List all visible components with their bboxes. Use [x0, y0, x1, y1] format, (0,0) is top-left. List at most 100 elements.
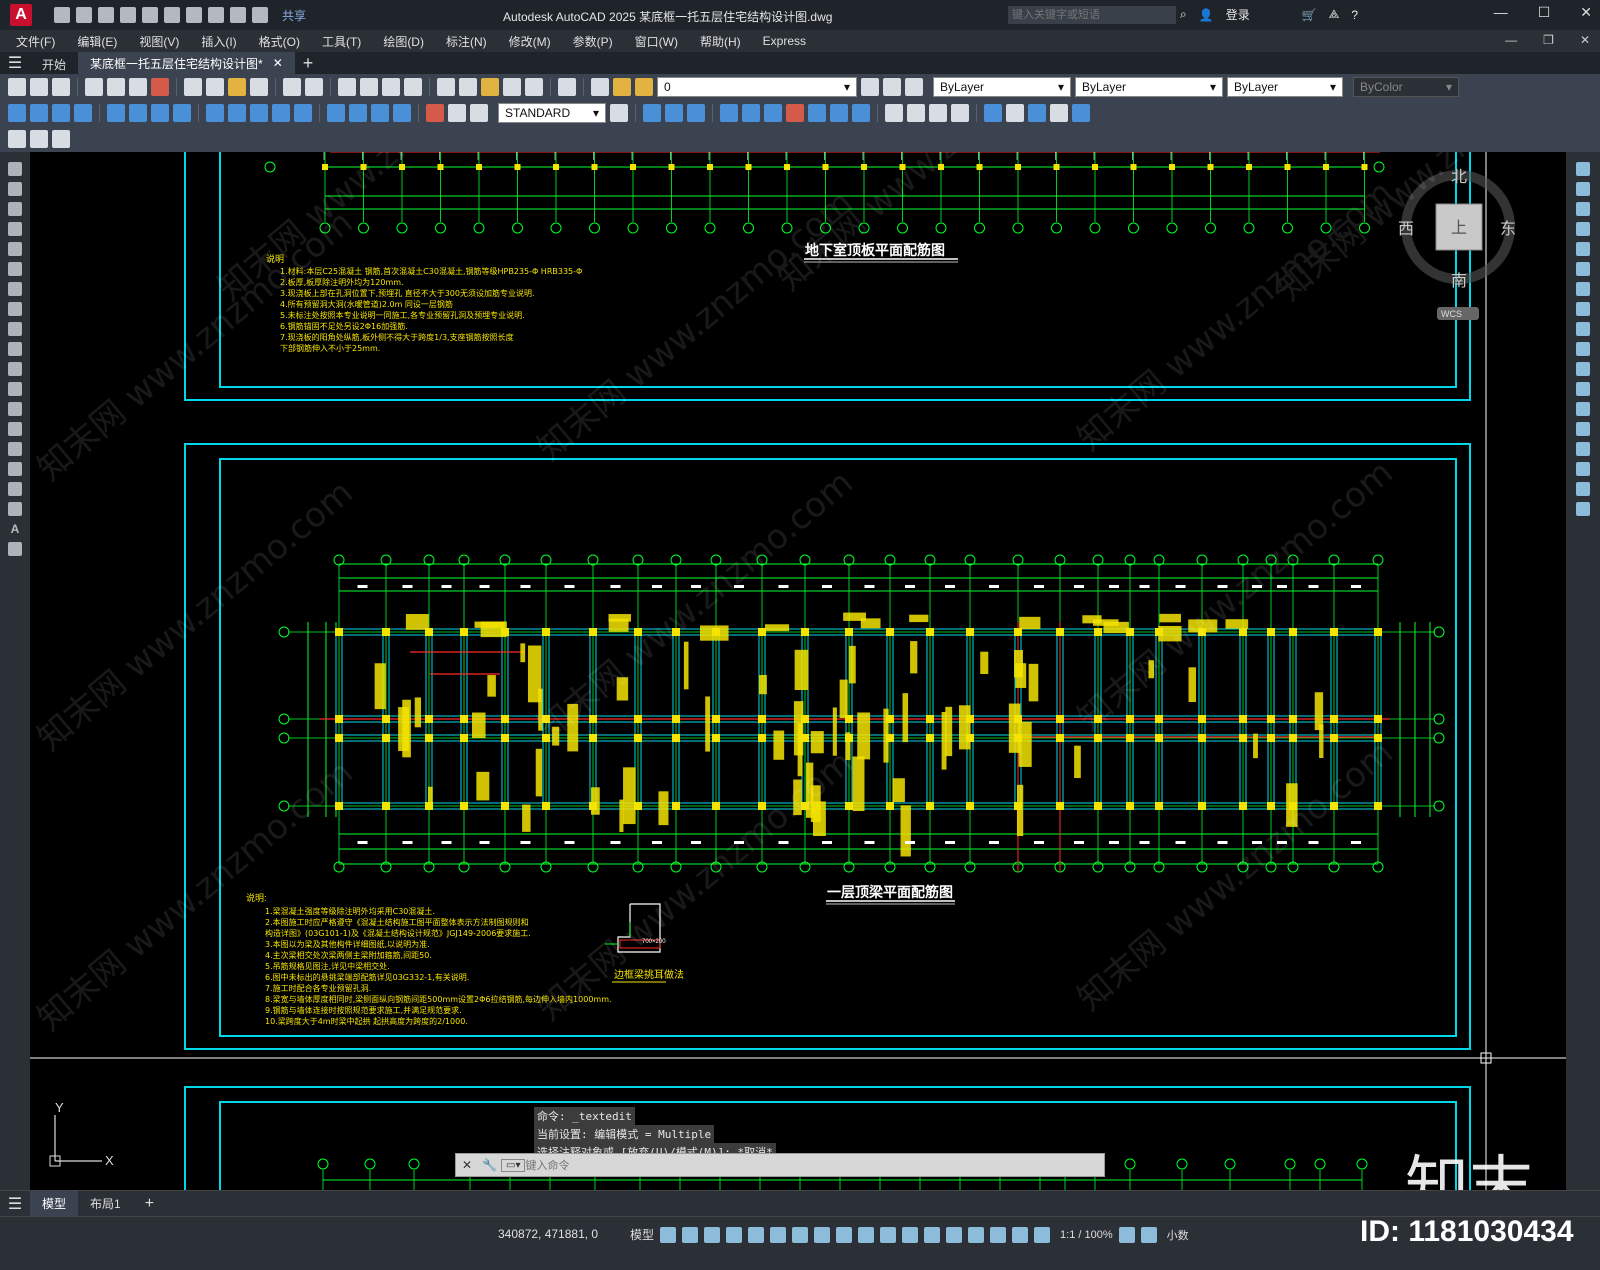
maximize-icon[interactable]: ☐ — [1538, 4, 1551, 21]
open-web-icon[interactable] — [142, 7, 158, 23]
inspection-icon[interactable] — [371, 104, 389, 122]
view-front-icon[interactable] — [929, 104, 947, 122]
command-input[interactable] — [525, 1155, 1104, 1175]
new-file-icon[interactable] — [54, 7, 70, 23]
tab-start[interactable]: 开始 — [30, 52, 78, 74]
units-setting[interactable]: 小数 — [1167, 1227, 1189, 1243]
doc-restore-icon[interactable]: ❐ — [1543, 33, 1554, 47]
copy-icon[interactable] — [184, 78, 202, 96]
command-recent-icon[interactable]: ▭▾ — [501, 1158, 526, 1172]
undo-icon[interactable] — [208, 7, 224, 23]
diameter-icon[interactable] — [151, 104, 169, 122]
mtext-icon[interactable]: A — [11, 522, 20, 536]
construction-line-icon[interactable] — [8, 182, 22, 196]
menu-modify[interactable]: 修改(M) — [509, 33, 551, 50]
gradient-icon[interactable] — [8, 462, 22, 476]
annotation-visibility-icon[interactable] — [1012, 1226, 1029, 1243]
xref-icon[interactable] — [52, 130, 70, 148]
tab-layout1[interactable]: 布局1 — [78, 1191, 133, 1216]
dim-style-manager-icon[interactable] — [610, 104, 628, 122]
line-icon[interactable] — [8, 162, 22, 176]
properties-icon[interactable] — [437, 78, 455, 96]
aligned-dim-icon[interactable] — [30, 104, 48, 122]
redo-icon[interactable] — [230, 7, 246, 23]
ordinate-icon[interactable] — [74, 104, 92, 122]
annotation-monitor-icon[interactable] — [1140, 1226, 1157, 1243]
match-properties-icon[interactable] — [228, 78, 246, 96]
close-icon[interactable]: ✕ — [1580, 4, 1592, 21]
menu-view[interactable]: 视图(V) — [139, 33, 179, 50]
zoom-previous-icon[interactable] — [404, 78, 422, 96]
drawing-canvas[interactable]: 地下室顶板平面配筋图 说明 1.材料:本层C25混凝土 钢筋,首次混凝土C30混凝… — [30, 152, 1566, 1190]
view-top-icon[interactable] — [907, 104, 925, 122]
save-icon-2[interactable] — [52, 78, 70, 96]
user-icon[interactable]: 👤 — [1199, 8, 1214, 22]
model-space-toggle[interactable]: 模型 — [630, 1226, 654, 1243]
view-side-icon[interactable] — [951, 104, 969, 122]
new-tab-icon[interactable]: + — [303, 53, 314, 74]
mirror-icon[interactable] — [1576, 202, 1590, 216]
angular-icon[interactable] — [173, 104, 191, 122]
minimize-icon[interactable]: — — [1494, 4, 1508, 21]
lights-icon[interactable] — [1028, 104, 1046, 122]
ellipse-arc-icon[interactable] — [8, 362, 22, 376]
save-web-icon[interactable] — [164, 7, 180, 23]
array-icon[interactable] — [1576, 242, 1590, 256]
ucs-zaxis-icon[interactable] — [808, 104, 826, 122]
gizmo-icon[interactable] — [990, 1226, 1007, 1243]
save-icon[interactable] — [98, 7, 114, 23]
rectangle-icon[interactable] — [8, 242, 22, 256]
viewcube-west[interactable]: 西 — [1398, 221, 1414, 238]
dim-update-icon[interactable] — [470, 104, 488, 122]
dynamic-input-icon[interactable] — [726, 1226, 743, 1243]
menu-insert[interactable]: 插入(I) — [201, 33, 236, 50]
sheet-set-icon[interactable] — [503, 78, 521, 96]
circle-icon[interactable] — [8, 282, 22, 296]
ucs-face-icon[interactable] — [720, 104, 738, 122]
ortho-icon[interactable] — [748, 1226, 765, 1243]
lineweight-toggle-icon[interactable] — [858, 1226, 875, 1243]
ucs-object-icon[interactable] — [742, 104, 760, 122]
revcloud-icon[interactable] — [8, 302, 22, 316]
autodesk-apps-icon[interactable]: ⟁ — [1329, 7, 1340, 22]
menu-tools[interactable]: 工具(T) — [322, 33, 361, 50]
view-3d-icon[interactable] — [885, 104, 903, 122]
customize-toolbar-icon[interactable] — [252, 7, 268, 23]
trim-icon[interactable] — [1576, 342, 1590, 356]
layer-previous-icon[interactable] — [883, 78, 901, 96]
explode-icon[interactable] — [1576, 502, 1590, 516]
workspace-gear-icon[interactable] — [1118, 1226, 1135, 1243]
erase-icon[interactable] — [1576, 162, 1590, 176]
dim-break-icon[interactable] — [294, 104, 312, 122]
command-close-icon[interactable]: ✕ — [456, 1158, 478, 1172]
menu-format[interactable]: 格式(O) — [259, 33, 300, 50]
dim-text-edit-icon[interactable] — [448, 104, 466, 122]
camera-icon[interactable] — [1050, 104, 1068, 122]
block-icon[interactable] — [8, 402, 22, 416]
spline-icon[interactable] — [8, 322, 22, 336]
open-icon[interactable] — [30, 78, 48, 96]
dim-space-icon[interactable] — [272, 104, 290, 122]
grid-icon[interactable] — [660, 1226, 677, 1243]
layer-on-icon[interactable] — [613, 78, 631, 96]
selection-filter-icon[interactable] — [968, 1226, 985, 1243]
cut-icon[interactable] — [151, 78, 169, 96]
materials-icon[interactable] — [1006, 104, 1024, 122]
zoom-window-icon[interactable] — [382, 78, 400, 96]
layer-states-icon[interactable] — [905, 78, 923, 96]
block-editor-icon[interactable] — [250, 78, 268, 96]
insert-block-icon[interactable] — [8, 130, 26, 148]
break-icon[interactable] — [1576, 402, 1590, 416]
walk-icon[interactable] — [1072, 104, 1090, 122]
center-mark-icon[interactable] — [349, 104, 367, 122]
arc-length-icon[interactable] — [52, 104, 70, 122]
tab-document[interactable]: 某底框一托五层住宅结构设计图* ✕ — [78, 52, 295, 74]
autocad-logo-icon[interactable]: A — [10, 4, 32, 26]
ucs-x-icon[interactable] — [852, 104, 870, 122]
command-settings-icon[interactable]: 🔧 — [478, 1158, 501, 1172]
blend-icon[interactable] — [1576, 482, 1590, 496]
join-icon[interactable] — [1576, 422, 1590, 436]
add-selected-icon[interactable] — [8, 542, 22, 556]
plotstyle-dropdown[interactable]: ByColor ▾ — [1353, 77, 1459, 97]
help-icon-2[interactable] — [558, 78, 576, 96]
